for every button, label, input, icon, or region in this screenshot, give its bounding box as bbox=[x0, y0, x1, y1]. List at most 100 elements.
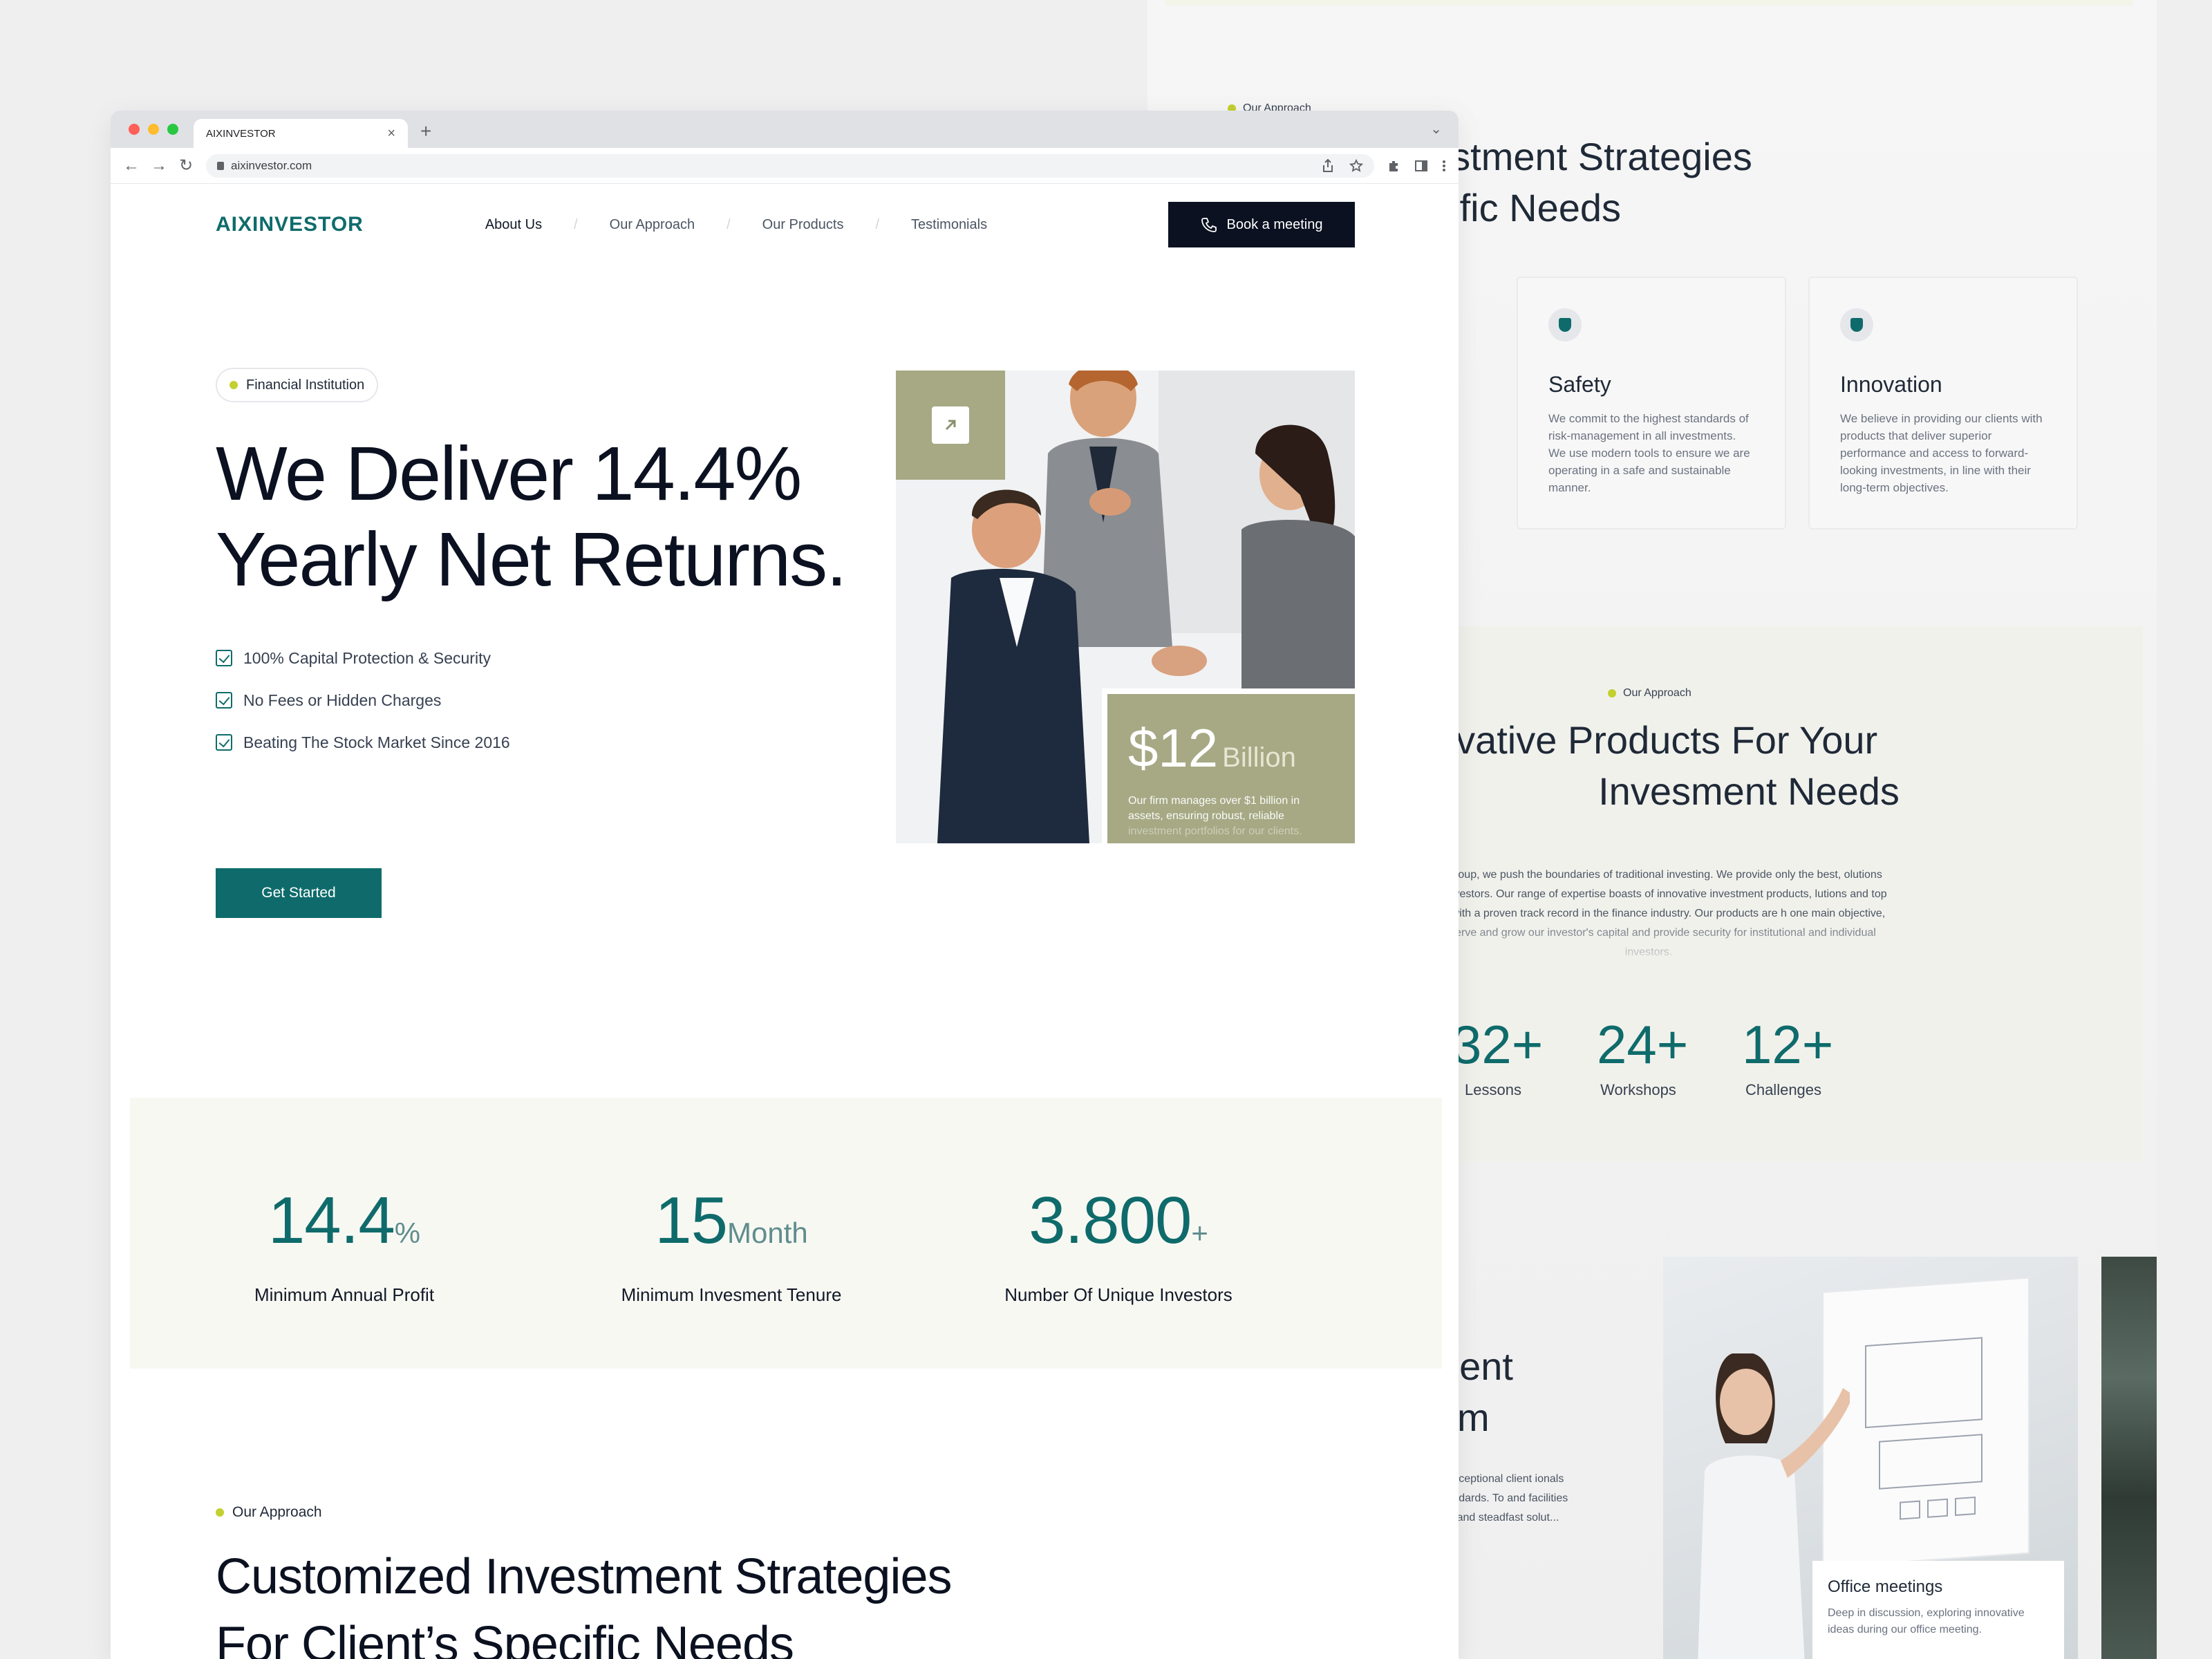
main-nav: About Us / Our Approach / Our Products /… bbox=[485, 217, 987, 233]
shield-icon bbox=[1548, 308, 1582, 341]
institution-badge: Financial Institution bbox=[216, 368, 379, 402]
stat-number: 3.800+ bbox=[973, 1186, 1264, 1268]
book-meeting-button[interactable]: Book a meeting bbox=[1168, 202, 1355, 247]
nav-separator: / bbox=[574, 216, 578, 232]
approach-title: Customized Investment Strategies For Cli… bbox=[216, 1543, 952, 1659]
stat-value: 15 bbox=[655, 1183, 728, 1257]
nav-our-products[interactable]: Our Products bbox=[762, 217, 844, 233]
approach-tag-text: Our Approach bbox=[232, 1504, 322, 1520]
stat-number: 24+ bbox=[1597, 1014, 1689, 1075]
nav-separator: / bbox=[727, 216, 731, 232]
office-card: Office meetings Deep in discussion, expl… bbox=[1812, 1561, 2064, 1659]
stat-number: 32+ bbox=[1452, 1014, 1544, 1075]
hero-title-line: Yearly Net Returns. bbox=[216, 517, 847, 602]
extensions-icon[interactable] bbox=[1387, 159, 1400, 173]
back-icon[interactable]: ← bbox=[123, 156, 140, 176]
bg-heading-line: Invesment Needs bbox=[1598, 769, 1900, 813]
share-icon[interactable] bbox=[1322, 158, 1334, 173]
aum-text: Our firm manages over $1 billion in asse… bbox=[1128, 795, 1300, 822]
reload-icon[interactable]: ↻ bbox=[178, 156, 194, 176]
aum-unit: Billion bbox=[1222, 742, 1296, 773]
feature-text: No Fees or Hidden Charges bbox=[243, 691, 442, 709]
website: AIXINVESTOR About Us / Our Approach / Ou… bbox=[111, 184, 1459, 1659]
stat-number: 14.4% bbox=[227, 1186, 462, 1268]
aum-description: Our firm manages over $1 billion in asse… bbox=[1128, 794, 1334, 839]
stat-investors: 3.800+ Number Of Unique Investors bbox=[973, 1186, 1264, 1306]
stat-number: 12+ bbox=[1742, 1014, 1834, 1075]
side-panel-icon[interactable] bbox=[1414, 159, 1428, 173]
bg-stat: 32+ Lessons bbox=[1452, 1013, 1544, 1099]
feature-item: 100% Capital Protection & Security bbox=[216, 644, 510, 672]
stat-annual-profit: 14.4% Minimum Annual Profit bbox=[227, 1186, 462, 1306]
feature-list: 100% Capital Protection & Security No Fe… bbox=[216, 644, 510, 771]
checkbox-icon bbox=[216, 692, 232, 709]
browser-window: AIXINVESTOR × + ⌄ ← → ↻ aixinvestor.com … bbox=[111, 111, 1459, 1659]
feature-item: Beating The Stock Market Since 2016 bbox=[216, 729, 510, 756]
badge-text: Financial Institution bbox=[246, 377, 365, 393]
tag-dot-icon bbox=[216, 1508, 224, 1517]
address-bar: ← → ↻ aixinvestor.com bbox=[111, 148, 1459, 184]
new-tab-icon[interactable]: + bbox=[420, 120, 431, 142]
stat-label: Number Of Unique Investors bbox=[1004, 1284, 1232, 1305]
stat-value: 3.800 bbox=[1029, 1183, 1192, 1257]
arrow-up-right-icon[interactable] bbox=[932, 406, 969, 444]
nav-testimonials[interactable]: Testimonials bbox=[911, 217, 987, 233]
toolbar-actions bbox=[1387, 159, 1446, 173]
office-card-text: Deep in discussion, exploring innovative… bbox=[1828, 1607, 2025, 1635]
approach-tag: Our Approach bbox=[216, 1504, 322, 1521]
arrow-tile[interactable] bbox=[896, 371, 1005, 480]
lock-icon bbox=[217, 161, 224, 170]
stats-section: 14.4% Minimum Annual Profit 15Month Mini… bbox=[130, 1098, 1442, 1369]
office-card-title: Office meetings bbox=[1828, 1577, 1943, 1596]
checkbox-icon bbox=[216, 650, 232, 666]
bg-stats: 32+ Lessons 24+ Workshops 12+ Challenges bbox=[1452, 1013, 1834, 1099]
stat-suffix: % bbox=[394, 1217, 421, 1249]
minimize-window-icon[interactable] bbox=[148, 124, 159, 135]
hero-image: $12 Billion Our firm manages over $1 bill… bbox=[896, 371, 1355, 843]
url-field[interactable]: aixinvestor.com bbox=[206, 153, 1374, 178]
bg-tag-text: Our Approach bbox=[1623, 687, 1691, 699]
site-logo[interactable]: AIXINVESTOR bbox=[216, 213, 364, 236]
card-title: Innovation bbox=[1840, 372, 1942, 397]
stat-suffix: Month bbox=[727, 1217, 808, 1249]
card-text: We commit to the highest standards of ri… bbox=[1548, 412, 1750, 494]
bg-approach-tag: Our Approach bbox=[1608, 687, 1691, 700]
tag-dot-icon bbox=[1608, 689, 1616, 697]
feature-text: Beating The Stock Market Since 2016 bbox=[243, 733, 510, 751]
url-text: aixinvestor.com bbox=[231, 158, 312, 172]
bg-heading-line: ecific Needs bbox=[1410, 186, 1622, 229]
more-menu-icon[interactable] bbox=[1442, 159, 1446, 173]
tab-close-icon[interactable]: × bbox=[387, 126, 395, 142]
nav-about-us[interactable]: About Us bbox=[485, 217, 542, 233]
bg-stat: 12+ Challenges bbox=[1742, 1013, 1834, 1099]
window-controls bbox=[129, 124, 178, 135]
get-started-button[interactable]: Get Started bbox=[216, 868, 382, 918]
paragraph-fade bbox=[1410, 917, 1887, 972]
tab-title: AIXINVESTOR bbox=[206, 127, 276, 140]
hero-title: We Deliver 14.4% Yearly Net Returns. bbox=[216, 431, 907, 603]
approach-title-line: For Client’s Specific Needs bbox=[216, 1617, 794, 1659]
close-window-icon[interactable] bbox=[129, 124, 140, 135]
nav-our-approach[interactable]: Our Approach bbox=[610, 217, 695, 233]
bg-heading: vestment Strategies ecific Needs bbox=[1410, 131, 1752, 234]
card-title: Safety bbox=[1548, 372, 1611, 397]
card-text: We believe in providing our clients with… bbox=[1840, 412, 2043, 494]
forward-icon[interactable]: → bbox=[151, 156, 167, 176]
stat-label: Minimum Invesment Tenure bbox=[621, 1284, 842, 1305]
stat-label: Workshops bbox=[1600, 1081, 1676, 1098]
maximize-window-icon[interactable] bbox=[167, 124, 178, 135]
aum-figure: $12 Billion bbox=[1128, 719, 1334, 787]
aum-text-faded: investment portfolios for our clients. bbox=[1128, 825, 1302, 837]
badge-dot-icon bbox=[229, 381, 238, 389]
feature-text: 100% Capital Protection & Security bbox=[243, 648, 491, 667]
tab-list-chevron-icon[interactable]: ⌄ bbox=[1430, 120, 1442, 138]
stat-label: Challenges bbox=[1745, 1081, 1822, 1098]
office-photo: Office meetings Deep in discussion, expl… bbox=[1663, 1257, 2078, 1659]
stat-tenure: 15Month Minimum Invesment Tenure bbox=[593, 1186, 870, 1306]
stat-number: 15Month bbox=[593, 1186, 870, 1268]
site-header: AIXINVESTOR About Us / Our Approach / Ou… bbox=[216, 202, 1355, 247]
bookmark-star-icon[interactable] bbox=[1349, 158, 1363, 173]
tab-bar: AIXINVESTOR × + ⌄ bbox=[111, 111, 1459, 148]
aum-amount: $12 bbox=[1128, 718, 1219, 778]
browser-tab[interactable]: AIXINVESTOR × bbox=[194, 119, 408, 148]
